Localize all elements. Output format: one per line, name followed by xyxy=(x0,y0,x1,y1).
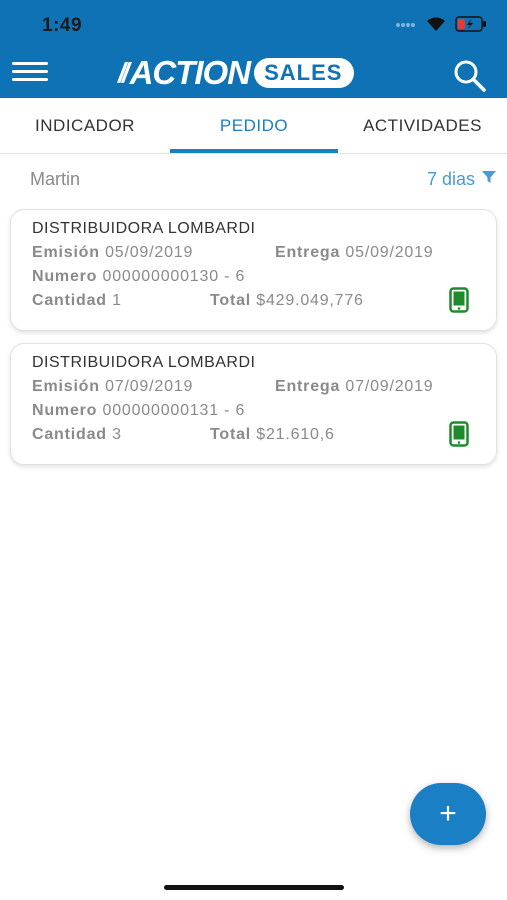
period-filter-button[interactable]: 7 dias xyxy=(427,169,497,190)
tab-actividades[interactable]: ACTIVIDADES xyxy=(338,98,507,154)
tab-indicador[interactable]: INDICADOR xyxy=(0,98,170,154)
search-icon[interactable] xyxy=(452,58,488,94)
app-logo: // ACTION SALES xyxy=(118,54,355,91)
order-cantidad: Cantidad 1 xyxy=(32,292,122,309)
signal-icon xyxy=(395,17,417,35)
order-total: Total $429.049,776 xyxy=(210,292,364,309)
wifi-icon xyxy=(425,16,447,37)
hamburger-menu-icon[interactable] xyxy=(12,62,48,86)
order-numero: Numero 000000000130 - 6 xyxy=(32,268,246,285)
order-card[interactable]: DISTRIBUIDORA LOMBARDI Emisión 05/09/201… xyxy=(10,209,497,331)
status-indicators xyxy=(395,15,487,37)
app-header: 1:49 // ACTION SALES xyxy=(0,0,507,98)
logo-badge: SALES xyxy=(254,58,355,88)
tab-pedido[interactable]: PEDIDO xyxy=(170,98,338,154)
logo-main: ACTION xyxy=(129,54,251,91)
order-card[interactable]: DISTRIBUIDORA LOMBARDI Emisión 07/09/201… xyxy=(10,343,497,465)
seller-name: Martin xyxy=(30,169,81,189)
order-numero: Numero 000000000131 - 6 xyxy=(32,402,246,419)
order-emision: Emisión 07/09/2019 xyxy=(32,378,194,395)
tab-bar: INDICADOR PEDIDO ACTIVIDADES xyxy=(0,98,507,154)
order-cantidad: Cantidad 3 xyxy=(32,426,122,443)
logo-prefix: // xyxy=(118,57,129,88)
add-order-button[interactable]: + xyxy=(410,783,486,845)
order-entrega: Entrega 05/09/2019 xyxy=(275,244,434,261)
order-client: DISTRIBUIDORA LOMBARDI xyxy=(32,354,256,371)
mobile-device-icon xyxy=(449,421,469,447)
mobile-device-icon xyxy=(449,287,469,313)
order-client: DISTRIBUIDORA LOMBARDI xyxy=(32,220,256,237)
filter-funnel-icon xyxy=(481,169,497,190)
filter-row: Martin 7 dias xyxy=(0,160,507,198)
battery-icon xyxy=(455,15,487,37)
order-emision: Emisión 05/09/2019 xyxy=(32,244,194,261)
order-entrega: Entrega 07/09/2019 xyxy=(275,378,434,395)
active-tab-indicator xyxy=(170,149,338,153)
period-label: 7 dias xyxy=(426,169,475,189)
order-total: Total $21.610,6 xyxy=(210,426,335,443)
home-indicator[interactable] xyxy=(164,885,344,890)
status-time: 1:49 xyxy=(42,15,83,36)
